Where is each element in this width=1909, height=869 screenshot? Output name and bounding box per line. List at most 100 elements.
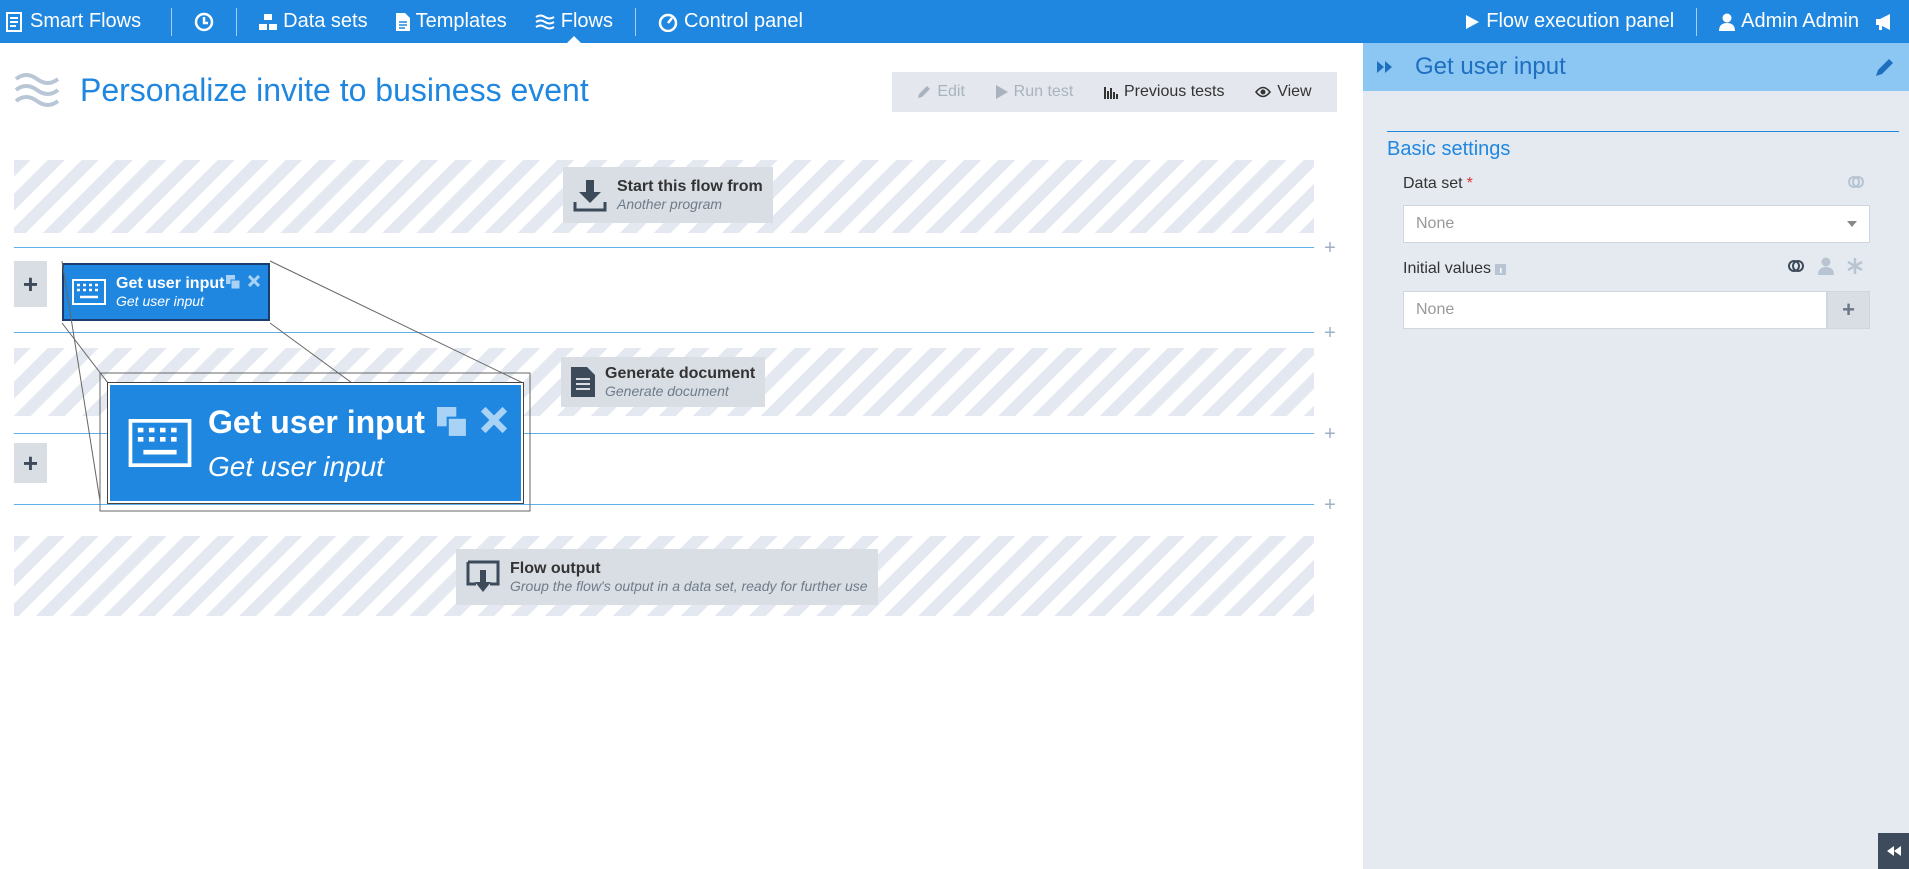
gauge-icon	[658, 12, 678, 32]
close-icon	[481, 407, 507, 437]
user-icon[interactable]	[1818, 257, 1834, 275]
edit-button[interactable]: Edit	[917, 83, 965, 101]
generate-document-subtitle: Generate document	[605, 383, 729, 399]
nav-data-sets-label: Data sets	[283, 10, 368, 32]
start-node-subtitle: Another program	[617, 196, 723, 212]
get-user-input-title: Get user input	[116, 275, 225, 292]
info-icon	[1495, 263, 1507, 275]
nav-divider	[236, 7, 238, 36]
clock-icon	[194, 12, 214, 32]
page-title: Personalize invite to business event	[80, 71, 589, 108]
initial-values-input[interactable]: None	[1403, 291, 1827, 329]
edit-pencil-icon[interactable]	[1875, 57, 1895, 77]
zoomed-get-user-input-node: Get user input Get user input	[108, 383, 523, 503]
nav-divider	[171, 7, 173, 36]
get-user-input-subtitle: Get user input	[116, 293, 204, 309]
nav-flows[interactable]: Flows	[527, 0, 621, 43]
flow-execution-panel-label: Flow execution panel	[1486, 10, 1675, 32]
basic-settings-title: Basic settings	[1387, 131, 1899, 161]
add-step-button[interactable]: +	[1321, 495, 1339, 515]
asterisk-icon[interactable]	[1846, 257, 1864, 275]
add-step-button[interactable]: +	[1321, 323, 1339, 343]
add-step-before-button[interactable]: +	[14, 443, 47, 483]
user-icon	[1719, 13, 1736, 31]
play-icon	[995, 85, 1008, 99]
copy-icon	[437, 407, 467, 437]
brand-link[interactable]: Smart Flows	[0, 0, 149, 43]
add-step-button[interactable]: +	[1321, 238, 1339, 258]
link-icon[interactable]	[1787, 257, 1805, 275]
user-menu[interactable]: Admin Admin	[1711, 0, 1867, 43]
user-name: Admin Admin	[1741, 10, 1859, 32]
flow-toolbar: Edit Run test Previous tests View	[892, 72, 1337, 112]
node-actions	[226, 275, 260, 289]
add-step-button[interactable]: +	[1321, 424, 1339, 444]
generate-document-title: Generate document	[605, 365, 756, 382]
output-icon	[466, 560, 500, 594]
download-icon	[573, 178, 607, 212]
previous-tests-label: Previous tests	[1124, 83, 1225, 100]
run-test-label: Run test	[1013, 83, 1074, 100]
megaphone-icon	[1875, 13, 1895, 31]
announcements-button[interactable]	[1867, 0, 1909, 43]
flow-connector-line	[14, 504, 1314, 505]
expand-sidebar-button[interactable]	[1878, 833, 1909, 869]
sitemap-icon	[259, 13, 278, 31]
top-navbar: Smart Flows Data sets Templates Flows Co…	[0, 0, 1909, 43]
start-node[interactable]: Start this flow from Another program	[563, 167, 773, 223]
flow-waves-icon	[14, 67, 60, 113]
initial-values-label-text: Initial values	[1403, 260, 1492, 277]
get-user-input-node[interactable]: Get user input Get user input	[62, 263, 270, 321]
double-chevron-left-icon	[1886, 846, 1901, 856]
required-mark: *	[1466, 175, 1473, 192]
view-button[interactable]: View	[1255, 83, 1312, 101]
add-initial-value-button[interactable]: +	[1827, 291, 1870, 329]
flow-execution-panel-button[interactable]: Flow execution panel	[1456, 0, 1682, 43]
pencil-icon	[917, 85, 931, 99]
play-icon	[1464, 14, 1480, 30]
previous-tests-button[interactable]: Previous tests	[1104, 83, 1224, 101]
flow-connector-line	[14, 332, 1314, 333]
keyboard-icon	[72, 279, 106, 305]
nav-divider	[1696, 7, 1698, 36]
nav-control-panel-label: Control panel	[684, 10, 803, 32]
edit-label: Edit	[937, 83, 965, 100]
smart-flows-logo-icon	[6, 11, 24, 32]
waves-icon	[535, 13, 555, 31]
document-icon	[571, 367, 595, 397]
view-label: View	[1277, 83, 1312, 100]
nav-flows-label: Flows	[560, 10, 613, 32]
collapse-panel-icon[interactable]	[1377, 61, 1393, 73]
zoomed-node-title: Get user input	[208, 403, 425, 440]
data-set-label-text: Data set	[1403, 175, 1463, 192]
zoomed-node-actions	[437, 407, 507, 437]
history-button[interactable]	[186, 0, 222, 43]
flow-output-title: Flow output	[510, 560, 601, 577]
keyboard-icon	[128, 419, 192, 467]
eye-icon	[1255, 86, 1272, 98]
nav-control-panel[interactable]: Control panel	[650, 0, 811, 43]
run-test-button[interactable]: Run test	[995, 83, 1074, 101]
nav-data-sets[interactable]: Data sets	[251, 0, 375, 43]
copy-icon[interactable]	[226, 275, 240, 289]
generate-document-node[interactable]: Generate document Generate document	[561, 357, 766, 407]
link-icon[interactable]	[1847, 173, 1865, 191]
page-header: Personalize invite to business event	[14, 67, 589, 113]
bar-chart-icon	[1104, 85, 1118, 99]
panel-title: Get user input	[1415, 53, 1566, 80]
initial-values-label: Initial values	[1403, 260, 1507, 278]
flow-output-node[interactable]: Flow output Group the flow's output in a…	[456, 549, 878, 605]
start-node-title: Start this flow from	[617, 178, 763, 195]
data-set-label: Data set *	[1403, 175, 1473, 193]
close-icon[interactable]	[248, 275, 260, 289]
file-icon	[395, 12, 410, 31]
flow-connector-line	[14, 247, 1314, 248]
settings-panel: Get user input Basic settings Data set *…	[1363, 43, 1909, 869]
flow-output-subtitle: Group the flow's output in a data set, r…	[510, 578, 868, 594]
brand-label: Smart Flows	[30, 10, 142, 32]
chevron-down-icon	[1847, 221, 1857, 227]
add-step-before-button[interactable]: +	[14, 261, 47, 307]
data-set-select[interactable]: None	[1403, 205, 1870, 243]
nav-divider	[635, 7, 636, 36]
nav-templates[interactable]: Templates	[388, 0, 515, 43]
